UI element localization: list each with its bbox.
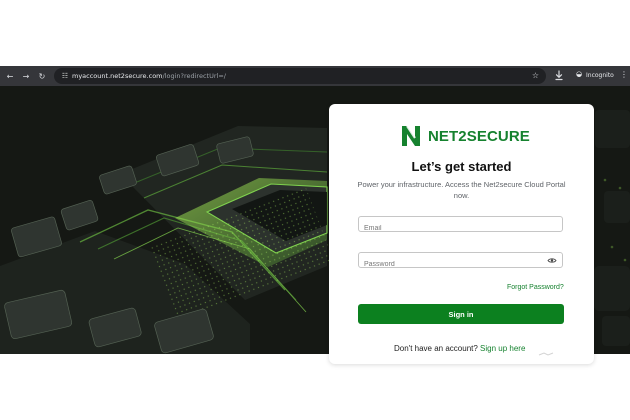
- faint-cursor-mark: [538, 352, 554, 356]
- password-input[interactable]: [359, 257, 562, 272]
- login-description: Power your infrastructure. Access the Ne…: [357, 180, 566, 200]
- back-arrow-icon[interactable]: ←: [4, 70, 16, 82]
- download-icon[interactable]: [554, 70, 564, 81]
- signup-prompt: Don't have an account?: [394, 344, 478, 353]
- reload-icon[interactable]: ↻: [36, 70, 48, 82]
- sign-in-button[interactable]: Sign in: [358, 304, 564, 324]
- url-host: myaccount.net2secure.com: [72, 72, 163, 80]
- net2secure-logo: NET2SECURE: [400, 124, 530, 148]
- browser-chrome: ← → ↻ ☷ myaccount.net2secure.com/login?r…: [0, 66, 630, 86]
- forward-arrow-icon[interactable]: →: [20, 70, 32, 82]
- login-card: NET2SECURE Let’s get started Power your …: [329, 104, 594, 364]
- logo-text: NET2SECURE: [428, 128, 530, 145]
- signup-link[interactable]: Sign up here: [480, 344, 525, 353]
- site-info-icon[interactable]: ☷: [60, 71, 70, 81]
- star-icon[interactable]: ☆: [532, 71, 539, 80]
- page-title: Let’s get started: [411, 159, 512, 174]
- address-url[interactable]: myaccount.net2secure.com/login?redirectU…: [72, 72, 226, 80]
- incognito-label[interactable]: Incognito: [586, 72, 614, 79]
- browser-login-screen: ← → ↻ ☷ myaccount.net2secure.com/login?r…: [0, 0, 630, 420]
- password-field[interactable]: [358, 252, 563, 272]
- url-path: /login?redirectUrl=/: [162, 72, 226, 80]
- eye-icon[interactable]: [547, 257, 557, 264]
- incognito-icon[interactable]: ◒: [576, 70, 582, 78]
- email-field[interactable]: [358, 216, 563, 236]
- net2secure-logo-icon: [402, 125, 420, 146]
- forgot-password-link[interactable]: Forgot Password?: [507, 284, 564, 291]
- more-vertical-icon[interactable]: ⋮: [620, 70, 628, 79]
- address-bar[interactable]: ☷ myaccount.net2secure.com/login?redirec…: [54, 68, 546, 84]
- email-input[interactable]: [359, 221, 562, 236]
